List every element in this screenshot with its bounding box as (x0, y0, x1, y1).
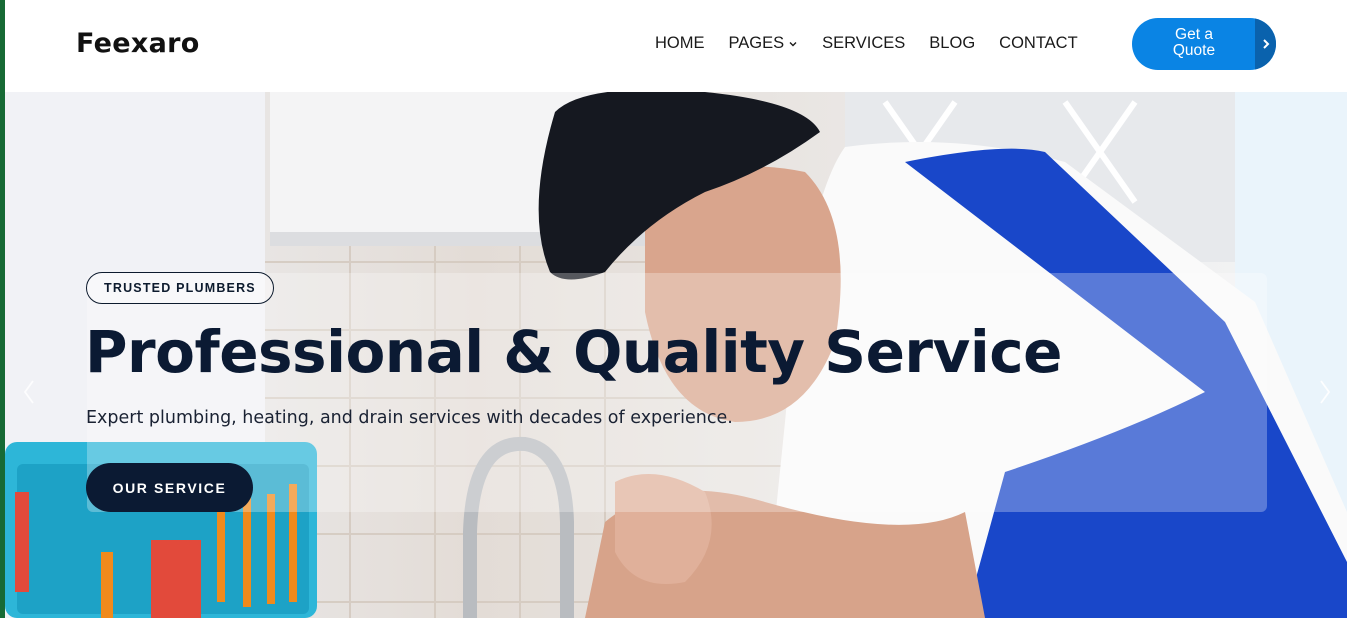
nav-pages[interactable]: PAGES (729, 34, 799, 53)
chevron-right-icon (1255, 18, 1276, 70)
hero-slider: TRUSTED PLUMBERS Professional & Quality … (5, 92, 1347, 618)
site-header: Feexaro HOME PAGES SERVICES BLOG CONTACT… (5, 0, 1347, 92)
site-logo[interactable]: Feexaro (76, 28, 200, 59)
nav-contact[interactable]: CONTACT (999, 34, 1078, 53)
nav-contact-label: CONTACT (999, 34, 1078, 52)
chevron-left-icon[interactable] (22, 379, 36, 405)
chevron-down-icon (789, 41, 797, 46)
nav-services-label: SERVICES (822, 34, 906, 52)
get-a-quote-line1: Get a (1175, 26, 1213, 43)
nav-home-label: HOME (655, 34, 705, 52)
window-edge-strip (0, 0, 5, 618)
our-service-button[interactable]: OUR SERVICE (86, 463, 253, 512)
nav-blog[interactable]: BLOG (929, 34, 975, 53)
chevron-right-icon[interactable] (1318, 379, 1332, 405)
get-a-quote-line2: Quote (1172, 42, 1216, 59)
nav-blog-label: BLOG (929, 34, 976, 52)
hero-overlay-panel (87, 273, 1267, 512)
hero-title: Professional & Quality Service (85, 318, 1062, 386)
main-nav: HOME PAGES SERVICES BLOG CONTACT (655, 34, 1078, 53)
nav-home[interactable]: HOME (655, 34, 705, 53)
trusted-plumbers-badge: TRUSTED PLUMBERS (86, 272, 274, 304)
nav-pages-label: PAGES (728, 34, 785, 52)
get-a-quote-button[interactable]: Get a Quote (1132, 18, 1276, 70)
get-a-quote-label: Get a Quote (1132, 27, 1256, 59)
nav-services[interactable]: SERVICES (822, 34, 905, 53)
hero-subtitle: Expert plumbing, heating, and drain serv… (86, 408, 733, 428)
